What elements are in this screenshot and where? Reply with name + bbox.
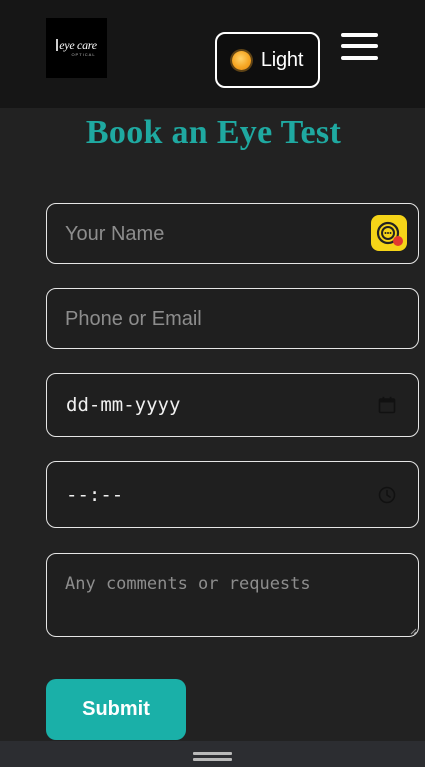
- theme-toggle-label: Light: [260, 48, 304, 71]
- logo-text: eye care: [56, 39, 97, 51]
- contact-input[interactable]: Phone or Email: [46, 288, 419, 349]
- name-input-placeholder: Your Name: [65, 223, 165, 245]
- resize-handle-icon[interactable]: [409, 627, 417, 635]
- comments-textarea[interactable]: Any comments or requests: [46, 553, 419, 637]
- calendar-icon[interactable]: [378, 396, 396, 414]
- time-input[interactable]: --:--: [46, 461, 419, 528]
- theme-toggle-button[interactable]: Light: [215, 32, 320, 88]
- header: eye care OPTICAL Light: [0, 0, 425, 108]
- speech-extension-icon[interactable]: [371, 215, 407, 251]
- logo[interactable]: eye care OPTICAL: [46, 18, 107, 78]
- date-input-value: dd-mm-yyyy: [66, 394, 181, 416]
- clock-icon[interactable]: [378, 486, 396, 504]
- time-input-value: --:--: [66, 484, 124, 506]
- drag-handle-icon[interactable]: [193, 752, 232, 762]
- date-input[interactable]: dd-mm-yyyy: [46, 373, 419, 437]
- sun-icon: [231, 50, 251, 70]
- page-title: Book an Eye Test: [85, 114, 342, 151]
- bottom-bar: [0, 741, 425, 767]
- contact-input-placeholder: Phone or Email: [65, 308, 202, 330]
- submit-button[interactable]: Submit: [46, 679, 186, 740]
- comments-placeholder: Any comments or requests: [65, 574, 311, 594]
- page: eye care OPTICAL Light Book an Eye Test …: [0, 0, 425, 767]
- logo-subtext: OPTICAL: [71, 52, 96, 57]
- hamburger-menu-icon[interactable]: [341, 32, 378, 60]
- name-input[interactable]: Your Name: [46, 203, 419, 264]
